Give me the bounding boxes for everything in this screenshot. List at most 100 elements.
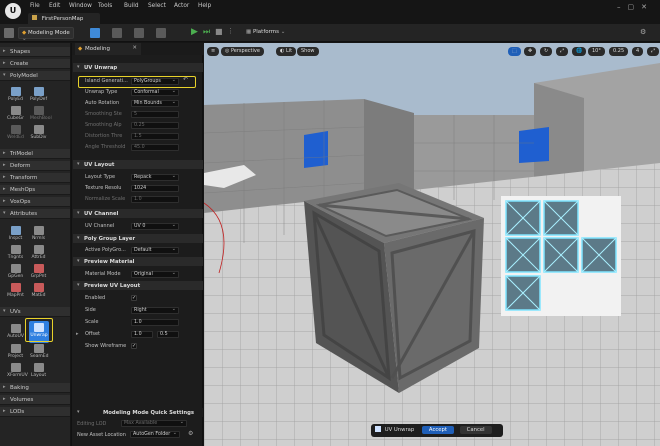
- tool-normals[interactable]: Nrmls: [30, 226, 47, 241]
- section-poly-group-layer[interactable]: ▾ Poly Group Layer: [73, 234, 203, 243]
- maximize-icon[interactable]: ⤢: [647, 47, 660, 56]
- lit-button[interactable]: ◐ Lit: [276, 47, 297, 56]
- unreal-logo-icon[interactable]: U: [5, 3, 21, 19]
- mode-selector[interactable]: ◆ Modeling Mode ⌄: [18, 27, 74, 42]
- menu-help[interactable]: Help: [198, 3, 211, 9]
- category-voxops[interactable]: ▸ VoxOps: [0, 197, 70, 207]
- tool-meshbool[interactable]: MeshBool: [30, 106, 52, 121]
- category-shapes[interactable]: ▸ Shapes: [0, 47, 70, 57]
- tool-polyed[interactable]: PolyEd: [7, 87, 24, 102]
- angle-snap-button[interactable]: 10°: [588, 47, 605, 56]
- tool-gpgen[interactable]: GpGen: [7, 264, 24, 279]
- viewport[interactable]: ≡ ◎ Perspective ◐ Lit Show ⬚ ✥ ↻ ⤢ 🌐 10°…: [204, 43, 660, 446]
- category-meshops[interactable]: ▸ MeshOps: [0, 185, 70, 195]
- tool-mated[interactable]: MatEd: [30, 283, 47, 298]
- section-uv-unwrap[interactable]: ▾ UV Unwrap: [73, 63, 203, 72]
- texture-res-input[interactable]: 1024: [131, 185, 179, 192]
- scale-icon[interactable]: ⤢: [556, 47, 569, 56]
- wireframe-checkbox[interactable]: ✓: [131, 343, 137, 349]
- category-baking[interactable]: ▸ Baking: [0, 383, 70, 393]
- scale-snap-button[interactable]: 0.25: [609, 47, 629, 56]
- material-mode-select[interactable]: Original: [131, 270, 179, 278]
- uv-channel-select[interactable]: UV 0: [131, 222, 179, 230]
- tool-project[interactable]: Project: [7, 344, 24, 359]
- category-create[interactable]: ▸ Create: [0, 59, 70, 69]
- tool-seamed[interactable]: SeamEd: [30, 344, 48, 359]
- accept-button[interactable]: Accept: [421, 426, 454, 434]
- menu-window[interactable]: Window: [69, 3, 92, 9]
- rotate-icon[interactable]: ↻: [540, 47, 553, 56]
- close-tab-icon[interactable]: ✕: [132, 45, 137, 51]
- category-transform[interactable]: ▸ Transform: [0, 173, 70, 183]
- perspective-button[interactable]: ◎ Perspective: [221, 47, 264, 56]
- stop-icon[interactable]: ■: [215, 27, 223, 36]
- tool-weldedge[interactable]: WeldEd: [7, 125, 24, 140]
- build-icon[interactable]: [156, 28, 166, 38]
- tool-mappnt[interactable]: MapPnt: [7, 283, 24, 298]
- offset-expand-icon[interactable]: ▸: [76, 331, 79, 337]
- menu-tools[interactable]: Tools: [98, 3, 112, 9]
- save-icon[interactable]: [4, 28, 14, 38]
- translate-icon[interactable]: ✥: [524, 47, 537, 56]
- smoothing-alpha-input[interactable]: 0.25: [131, 122, 179, 129]
- tool-subdiv[interactable]: SubDiv: [30, 125, 47, 140]
- section-preview-uv-layout[interactable]: ▾ Preview UV Layout: [73, 281, 203, 290]
- tool-attred[interactable]: AttrEd: [30, 245, 47, 260]
- modeling-tab[interactable]: ◆ Modeling ✕: [75, 43, 141, 55]
- tool-xformuv[interactable]: XFormUV: [7, 363, 28, 378]
- tool-inspect[interactable]: Inspct: [7, 226, 24, 241]
- enabled-checkbox[interactable]: ✓: [131, 295, 137, 301]
- show-button[interactable]: Show: [297, 47, 319, 56]
- category-polymodel[interactable]: ▾ PolyModel: [0, 71, 70, 81]
- settings-gear-icon[interactable]: ⚙: [188, 430, 193, 437]
- platforms-button[interactable]: ▦ Platforms ⌄: [246, 29, 285, 35]
- add-actor-icon[interactable]: [90, 28, 100, 38]
- cancel-button[interactable]: Cancel: [459, 426, 492, 434]
- window-controls[interactable]: –▢✕: [617, 3, 654, 11]
- distortion-input[interactable]: 1.5: [131, 133, 179, 140]
- category-deform[interactable]: ▸ Deform: [0, 161, 70, 171]
- camera-speed-button[interactable]: 4: [632, 47, 644, 56]
- menu-actor[interactable]: Actor: [174, 3, 189, 9]
- world-local-icon[interactable]: 🌐: [572, 47, 587, 56]
- step-icon[interactable]: ⏭: [203, 27, 210, 37]
- editing-lod-select[interactable]: Max Available: [121, 419, 187, 427]
- map-tab[interactable]: FirstPersonMap: [28, 13, 100, 24]
- section-uv-channel[interactable]: ▾ UV Channel: [73, 209, 203, 218]
- section-uv-layout[interactable]: ▾ UV Layout: [73, 160, 203, 169]
- smoothing-input[interactable]: 5: [131, 111, 179, 118]
- menu-build[interactable]: Build: [124, 3, 139, 9]
- menu-file[interactable]: File: [30, 3, 40, 9]
- play-icon[interactable]: ▶: [191, 27, 198, 37]
- auto-rotation-select[interactable]: Min Bounds: [131, 99, 179, 107]
- tool-grppnt[interactable]: GrpPnt: [30, 264, 47, 279]
- unwrap-type-select[interactable]: Conformal: [131, 88, 179, 96]
- layout-type-select[interactable]: Repack: [131, 173, 179, 181]
- menu-edit[interactable]: Edit: [49, 3, 60, 9]
- category-uvs[interactable]: ▾ UVs: [0, 307, 70, 317]
- category-trimodel[interactable]: ▸ TriModel: [0, 149, 70, 159]
- category-lods[interactable]: ▸ LODs: [0, 407, 70, 417]
- asset-location-select[interactable]: AutoGen Folder: [130, 430, 180, 438]
- offset-y-input[interactable]: 0.5: [157, 331, 179, 338]
- offset-x-input[interactable]: 1.0: [131, 331, 153, 338]
- section-quick-settings[interactable]: ▾ Modeling Mode Quick Settings: [73, 408, 203, 417]
- side-select[interactable]: Right: [131, 306, 179, 314]
- category-attributes[interactable]: ▾ Attributes: [0, 209, 70, 219]
- tool-layout[interactable]: Layout: [30, 363, 47, 378]
- tool-cubegr[interactable]: CubeGr: [7, 106, 24, 121]
- cinematics-icon[interactable]: [134, 28, 144, 38]
- category-volumes[interactable]: ▸ Volumes: [0, 395, 70, 405]
- tool-tangents[interactable]: Tngnts: [7, 245, 24, 260]
- tool-polydef[interactable]: PolyDef: [30, 87, 47, 102]
- blueprint-icon[interactable]: [112, 28, 122, 38]
- settings-icon[interactable]: ⚙: [640, 28, 646, 36]
- normalize-scale-input[interactable]: 1.0: [131, 196, 179, 203]
- tool-autouv[interactable]: AutoUV: [7, 324, 24, 339]
- select-mode-icon[interactable]: ⬚: [508, 47, 521, 56]
- viewport-menu-button[interactable]: ≡: [207, 47, 220, 56]
- section-preview-material[interactable]: ▾ Preview Material: [73, 257, 203, 266]
- scale-input[interactable]: 1.0: [131, 319, 179, 326]
- play-options-icon[interactable]: ⋮: [227, 27, 234, 35]
- poly-group-select[interactable]: Default: [131, 246, 179, 254]
